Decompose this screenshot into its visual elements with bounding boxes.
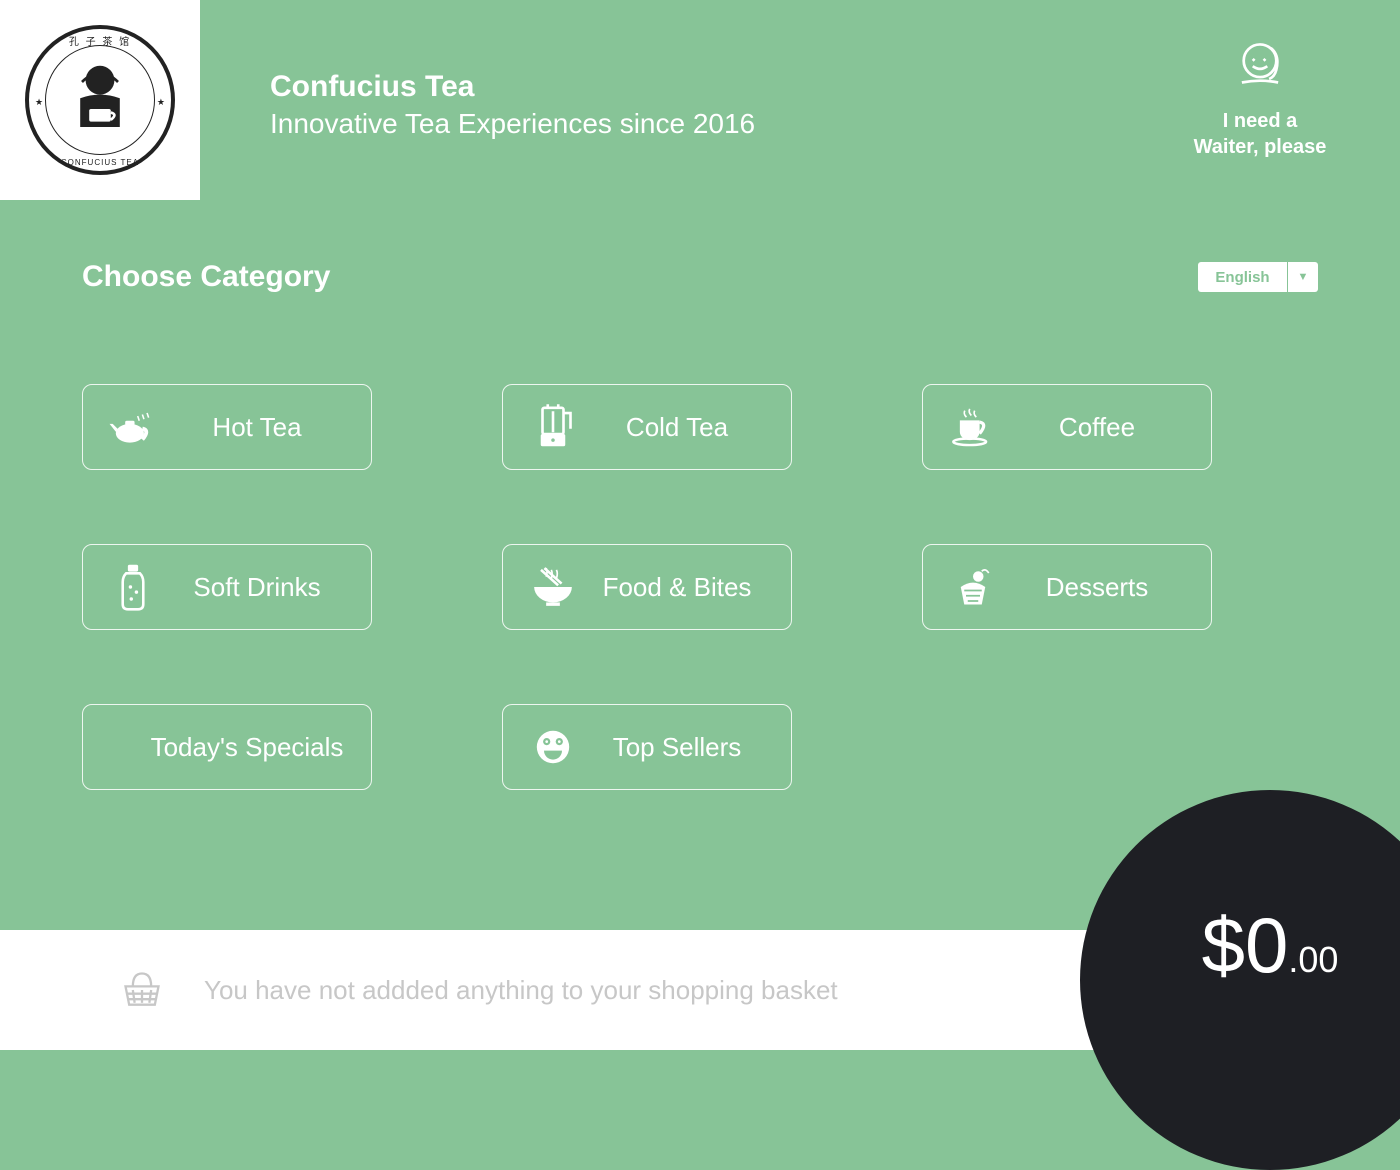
category-grid: Hot Tea Cold Tea xyxy=(82,384,1318,790)
chevron-down-icon: ▼ xyxy=(1288,262,1318,292)
brand-title: Confucius Tea xyxy=(270,70,1160,104)
confucius-figure-icon xyxy=(55,55,145,145)
category-label: Top Sellers xyxy=(593,732,781,763)
header: 孔 子 茶 馆 ★ ★ CONFUCIUS TEA Confucius Tea … xyxy=(0,0,1400,200)
category-label: Cold Tea xyxy=(593,412,781,443)
category-label: Coffee xyxy=(1013,412,1201,443)
basket-icon xyxy=(120,971,164,1009)
waiter-icon xyxy=(1160,36,1360,100)
main: Choose Category English ▼ Hot Tea xyxy=(0,200,1400,790)
category-hot-tea[interactable]: Hot Tea xyxy=(82,384,372,470)
category-todays-specials[interactable]: Today's Specials xyxy=(82,704,372,790)
bottle-icon xyxy=(93,545,173,629)
logo: 孔 子 茶 馆 ★ ★ CONFUCIUS TEA xyxy=(0,0,200,200)
category-label: Today's Specials xyxy=(143,732,361,763)
smiley-icon xyxy=(513,705,593,789)
category-top-sellers[interactable]: Top Sellers xyxy=(502,704,792,790)
category-food-bites[interactable]: Food & Bites xyxy=(502,544,792,630)
logo-text-bottom: CONFUCIUS TEA xyxy=(61,158,139,167)
cart-total-main: $0 xyxy=(1202,900,1289,991)
category-label: Desserts xyxy=(1013,572,1201,603)
dessert-icon xyxy=(933,545,1013,629)
category-label: Food & Bites xyxy=(593,572,781,603)
call-waiter-button[interactable]: I need a Waiter, please xyxy=(1160,36,1360,160)
choose-category-title: Choose Category xyxy=(82,260,330,294)
category-label: Soft Drinks xyxy=(173,572,361,603)
teapot-icon xyxy=(93,385,173,469)
basket-empty-message: You have not addded anything to your sho… xyxy=(204,975,838,1006)
category-label: Hot Tea xyxy=(173,412,361,443)
star-icon: ★ xyxy=(157,97,165,108)
coffee-cup-icon xyxy=(933,385,1013,469)
blender-icon xyxy=(513,385,593,469)
category-cold-tea[interactable]: Cold Tea xyxy=(502,384,792,470)
star-icon: ★ xyxy=(35,97,43,108)
cart-total-button[interactable]: $0 .00 xyxy=(1080,790,1400,1170)
brand-subtitle: Innovative Tea Experiences since 2016 xyxy=(270,108,1160,140)
language-select[interactable]: English ▼ xyxy=(1198,262,1318,292)
noodle-bowl-icon xyxy=(513,545,593,629)
category-coffee[interactable]: Coffee xyxy=(922,384,1212,470)
language-selected: English xyxy=(1198,262,1288,292)
cart-total-cents: .00 xyxy=(1288,939,1338,981)
category-soft-drinks[interactable]: Soft Drinks xyxy=(82,544,372,630)
category-desserts[interactable]: Desserts xyxy=(922,544,1212,630)
